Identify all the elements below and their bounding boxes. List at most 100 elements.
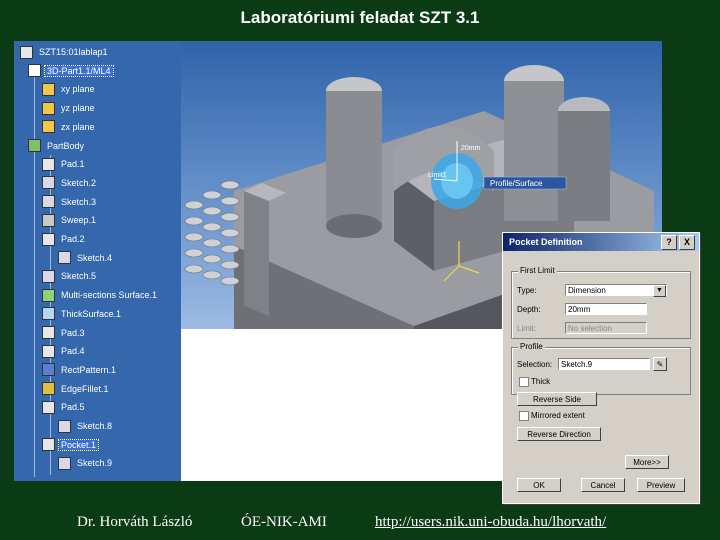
cancel-button[interactable]: Cancel (581, 478, 625, 492)
tree-item-label: Sketch.2 (61, 177, 97, 188)
dimension-label: Limit1 (428, 172, 447, 179)
depth-field[interactable]: 20mm (565, 303, 647, 315)
dialog-title-bar[interactable]: Pocket Definition ? X (503, 233, 699, 251)
mirrored-extent-label: Mirrored extent (531, 411, 585, 420)
tree-item[interactable]: ThickSurface.1 (42, 306, 123, 322)
tree-item[interactable]: zx plane (42, 119, 97, 135)
thick-checkbox[interactable] (519, 377, 529, 387)
thick-surface-icon (42, 307, 55, 321)
tree-item[interactable]: Sketch.2 (42, 175, 98, 191)
reverse-side-button[interactable]: Reverse Side (517, 392, 597, 406)
tree-item[interactable]: EdgeFillet.1 (42, 381, 111, 397)
tree-item-label: EdgeFillet.1 (61, 383, 109, 394)
tree-item-label: Pad.2 (61, 234, 85, 244)
tree-item-label: SZT15:01lablap1 (39, 47, 108, 57)
tree-item[interactable]: Pad.2 (42, 231, 87, 247)
mirrored-extent-checkbox[interactable] (519, 411, 529, 421)
sweep-icon (42, 213, 55, 227)
tree-item-label: yz plane (61, 103, 95, 114)
tree-item[interactable]: Sketch.5 (42, 268, 98, 284)
cylinder-left-body (326, 91, 382, 226)
specification-tree: SZT15:01lablap1 3D-Part1.1/ML4 xy plane yz … (14, 41, 181, 481)
pocket-icon (42, 438, 55, 452)
tree-item[interactable]: Multi-sections Surface.1 (42, 287, 159, 303)
tree-item-label: xy plane (61, 84, 95, 95)
sketch-icon (42, 176, 55, 190)
tree-item-label: ThickSurface.1 (61, 308, 122, 319)
slide-title: Laboratóriumi feladat SZT 3.1 (240, 8, 480, 27)
tree-item-label: Sketch.5 (61, 271, 97, 282)
sketch-icon (58, 419, 71, 433)
gear-icon (28, 139, 41, 152)
first-limit-label: First Limit (518, 266, 557, 275)
part-icon (28, 64, 41, 78)
tree-item[interactable]: Pocket.1 (42, 437, 100, 453)
tree-item[interactable]: Pad.5 (42, 399, 87, 415)
tree-item[interactable]: Pad.3 (42, 325, 87, 341)
pattern-icon (42, 363, 55, 377)
pad-icon (42, 344, 55, 358)
pad-icon (42, 326, 55, 339)
type-select[interactable]: Dimension ▼ (565, 284, 667, 297)
selection-label: Selection: (517, 360, 553, 369)
tree-item[interactable]: Sketch.3 (42, 194, 98, 210)
tree-item[interactable]: Sketch.8 (58, 418, 114, 434)
selection-field[interactable]: Sketch.9 (558, 358, 650, 370)
tree-item[interactable]: yz plane (42, 100, 97, 116)
limit-field[interactable]: No selection (565, 322, 647, 334)
type-value: Dimension (568, 286, 606, 295)
chevron-down-icon[interactable]: ▼ (653, 285, 666, 297)
preview-button[interactable]: Preview (637, 478, 685, 492)
tree-item[interactable]: PartBody (28, 138, 86, 154)
tree-item[interactable]: Sketch.9 (58, 455, 114, 471)
tree-item-label: Sketch.3 (61, 196, 97, 207)
sketch-icon (42, 269, 55, 283)
tree-item-label: Pocket.1 (57, 438, 100, 451)
more-button[interactable]: More>> (625, 455, 669, 469)
plane-icon (42, 120, 55, 134)
tree-item[interactable]: Pad.4 (42, 343, 87, 359)
tree-item-label: RectPattern.1 (61, 364, 117, 375)
type-label: Type: (517, 286, 537, 295)
thick-label: Thick (531, 377, 551, 386)
close-button[interactable]: X (679, 235, 695, 250)
edit-sketch-icon[interactable]: ✎ (653, 357, 667, 371)
ok-button[interactable]: OK (517, 478, 561, 492)
pins (184, 180, 240, 286)
sketch-icon (42, 195, 55, 209)
tree-item-label: Multi-sections Surface.1 (61, 290, 158, 301)
tree-item-label: zx plane (61, 121, 95, 132)
tree-item[interactable]: xy plane (42, 81, 97, 97)
reverse-direction-button[interactable]: Reverse Direction (517, 427, 601, 441)
pad-icon (42, 157, 55, 171)
tree-item-label: Sketch.9 (77, 458, 113, 469)
profile-group: Profile (511, 342, 691, 395)
footer-link[interactable]: http://users.nik.uni-obuda.hu/lhorvath/ (375, 514, 606, 531)
tree-item[interactable]: Pad.1 (42, 156, 87, 172)
tree-item-label: Pad.4 (61, 346, 85, 357)
surface-icon (42, 288, 55, 302)
pad-icon (42, 232, 55, 246)
sketch-icon (58, 456, 71, 470)
tree-item[interactable]: Sweep.1 (42, 212, 98, 228)
limit-label: Limit: (517, 324, 537, 333)
tree-item[interactable]: Sketch.4 (58, 250, 114, 266)
pin-plate (244, 191, 269, 316)
plane-icon (42, 82, 55, 96)
tree-item-label: Pad.3 (61, 327, 85, 338)
tree-item-label: Sweep.1 (61, 215, 97, 226)
help-button[interactable]: ? (661, 235, 677, 250)
tree-item[interactable]: SZT15:01lablap1 (20, 44, 110, 60)
depth-label: Depth: (517, 305, 541, 314)
tree-item-label: Sketch.8 (77, 421, 113, 431)
tree-item[interactable]: 3D-Part1.1/ML4 (28, 63, 114, 79)
tree-item-label: Pad.1 (61, 159, 85, 170)
profile-label: Profile (518, 342, 545, 351)
tree-item-label: PartBody (47, 140, 85, 151)
tree-item[interactable]: RectPattern.1 (42, 362, 118, 378)
tree-item-label: 3D-Part1.1/ML4 (44, 64, 114, 77)
pocket-definition-dialog: Pocket Definition ? X First Limit Type: … (502, 232, 700, 504)
product-icon (20, 45, 33, 59)
footer-org: ÓE-NIK-AMI (241, 514, 327, 530)
dialog-title: Pocket Definition (509, 237, 583, 247)
